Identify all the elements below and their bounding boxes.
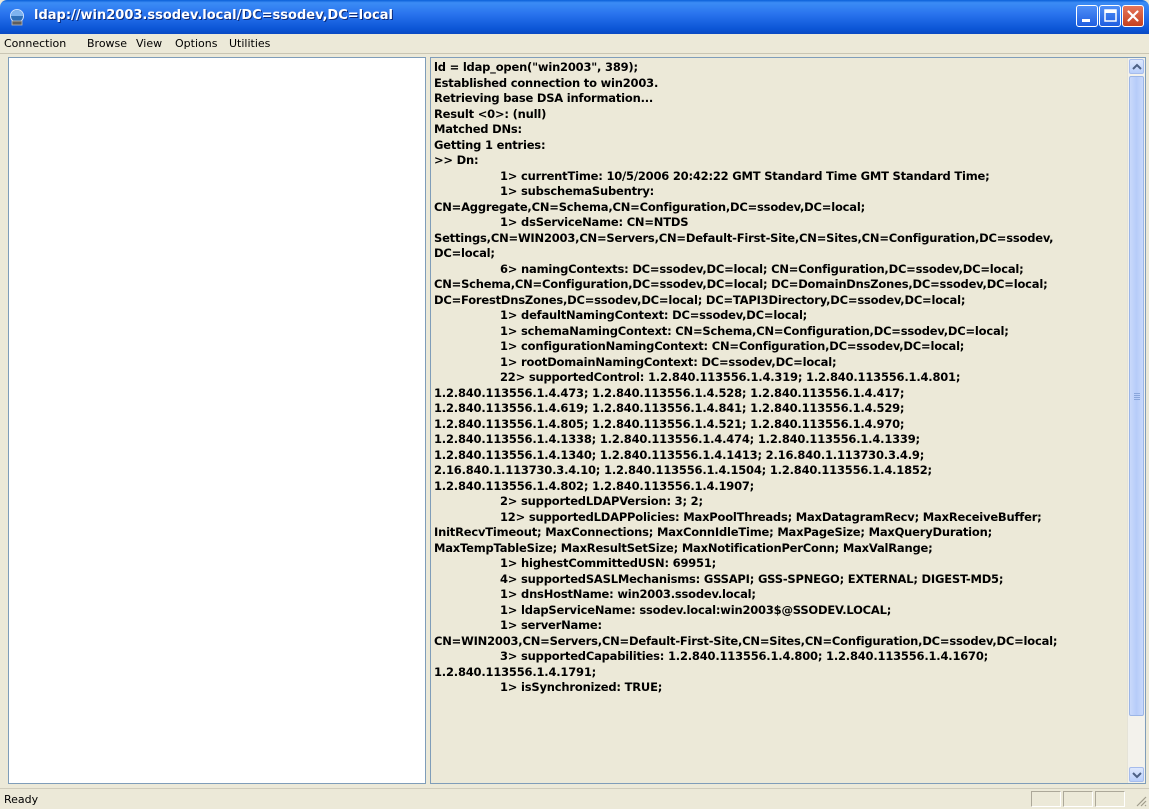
status-panel (1095, 791, 1125, 807)
output-line: 2> supportedLDAPVersion: 3; 2; (500, 494, 703, 508)
output-line: 4> supportedSASLMechanisms: GSSAPI; GSS-… (500, 571, 1004, 586)
output-line: 2.16.840.1.113730.3.4.10; 1.2.840.113556… (434, 463, 932, 477)
status-panel (1031, 791, 1061, 807)
close-button[interactable] (1122, 5, 1144, 27)
status-text: Ready (4, 793, 39, 806)
output-line: 22> supportedControl: 1.2.840.113556.1.4… (500, 370, 961, 384)
output-line: 12> supportedLDAPPolicies: MaxPoolThread… (500, 509, 1042, 524)
chevron-up-icon (1132, 63, 1142, 70)
output-line: 1> dsServiceName: CN=NTDS (500, 215, 689, 229)
output-line: 3> supportedCapabilities: 1.2.840.113556… (500, 649, 989, 663)
output-line: CN=Schema,CN=Configuration,DC=ssodev,DC=… (434, 277, 1048, 291)
status-bar: Ready (0, 788, 1149, 809)
output-line: 1> schemaNamingContext: CN=Schema,CN=Con… (500, 323, 1009, 338)
output-line: 1> highestCommittedUSN: 69951; (500, 556, 717, 570)
output-pane[interactable]: ld = ldap_open("win2003", 389); Establish… (430, 57, 1146, 784)
menu-bar: Connection Browse View Options Utilities (0, 34, 1149, 54)
status-panel (1063, 791, 1093, 807)
output-line: 1.2.840.113556.1.4.805; 1.2.840.113556.1… (434, 416, 905, 431)
output-line: 1.2.840.113556.1.4.802; 1.2.840.113556.1… (434, 478, 755, 493)
output-line: 1> serverName: (500, 618, 602, 632)
output-line: 1> isSynchronized: TRUE; (500, 680, 663, 694)
output-line: DC=ForestDnsZones,DC=ssodev,DC=local; DC… (434, 292, 966, 307)
output-line: 1> rootDomainNamingContext: DC=ssodev,DC… (500, 354, 837, 369)
scroll-thumb[interactable] (1129, 76, 1144, 716)
output-line: 1.2.840.113556.1.4.1338; 1.2.840.113556.… (434, 432, 920, 446)
output-line: Retrieving base DSA information... (434, 91, 654, 105)
output-line: Result <0>: (null) (434, 106, 547, 121)
maximize-button[interactable] (1099, 5, 1121, 27)
output-line: Established connection to win2003. (434, 75, 659, 90)
output-line: Settings,CN=WIN2003,CN=Servers,CN=Defaul… (434, 230, 1054, 245)
menu-connection[interactable]: Connection (4, 37, 66, 50)
output-line: MaxTempTableSize; MaxResultSetSize; MaxN… (434, 540, 933, 555)
output-line: 1> currentTime: 10/5/2006 20:42:22 GMT S… (500, 168, 990, 183)
minimize-button[interactable] (1076, 5, 1098, 27)
output-line: >> Dn: (434, 153, 479, 167)
output-line: 6> namingContexts: DC=ssodev,DC=local; C… (500, 261, 1024, 276)
title-bar[interactable]: ldap://win2003.ssodev.local/DC=ssodev,DC… (0, 0, 1149, 34)
vertical-scrollbar[interactable] (1127, 58, 1145, 783)
output-line: 1> defaultNamingContext: DC=ssodev,DC=lo… (500, 308, 808, 322)
output-line: CN=WIN2003,CN=Servers,CN=Default-First-S… (434, 633, 1058, 648)
chevron-down-icon (1132, 772, 1142, 779)
output-line: 1.2.840.113556.1.4.619; 1.2.840.113556.1… (434, 401, 905, 415)
menu-options[interactable]: Options (175, 37, 217, 50)
window-title: ldap://win2003.ssodev.local/DC=ssodev,DC… (34, 8, 393, 23)
ldp-app-icon[interactable] (8, 8, 26, 26)
output-line: 1.2.840.113556.1.4.1791; (434, 664, 597, 679)
resize-grip-icon[interactable] (1135, 795, 1147, 807)
output-line: Getting 1 entries: (434, 137, 546, 152)
output-text[interactable]: ld = ldap_open("win2003", 389); Establish… (434, 60, 1124, 781)
scroll-up-button[interactable] (1129, 59, 1144, 74)
output-line: 1> subschemaSubentry: (500, 184, 655, 198)
menu-browse[interactable]: Browse (87, 37, 127, 50)
output-line: DC=local; (434, 246, 495, 260)
tree-view-pane[interactable] (8, 57, 426, 784)
output-line: CN=Aggregate,CN=Schema,CN=Configuration,… (434, 199, 865, 214)
output-line: 1.2.840.113556.1.4.1340; 1.2.840.113556.… (434, 447, 925, 462)
output-line: 1> configurationNamingContext: CN=Config… (500, 339, 965, 353)
output-line: InitRecvTimeout; MaxConnections; MaxConn… (434, 525, 993, 539)
output-line: 1> ldapServiceName: ssodev.local:win2003… (500, 602, 892, 617)
output-line: ld = ldap_open("win2003", 389); (434, 60, 638, 74)
output-line: Matched DNs: (434, 122, 522, 136)
menu-utilities[interactable]: Utilities (229, 37, 270, 50)
output-line: 1.2.840.113556.1.4.473; 1.2.840.113556.1… (434, 385, 905, 400)
output-line: 1> dnsHostName: win2003.ssodev.local; (500, 587, 756, 601)
scroll-down-button[interactable] (1129, 767, 1144, 782)
menu-view[interactable]: View (136, 37, 162, 50)
